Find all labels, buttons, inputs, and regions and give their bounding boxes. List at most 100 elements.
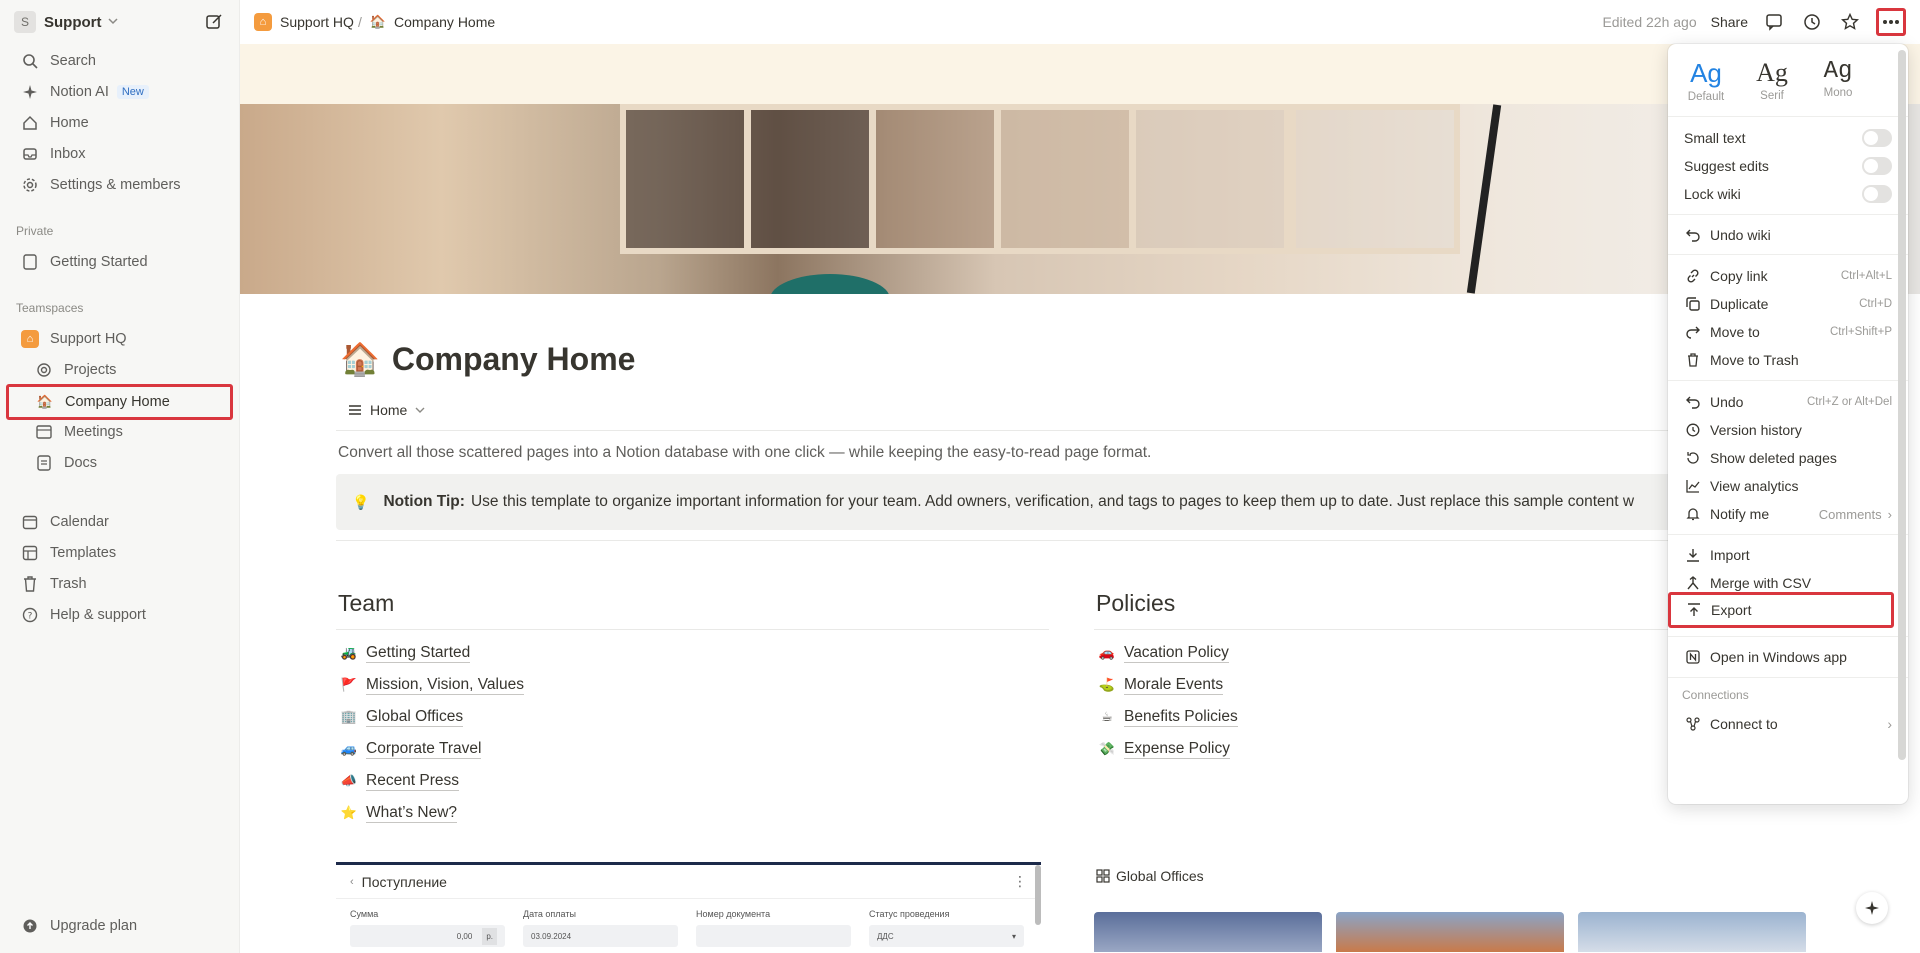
view-analytics-item[interactable]: View analytics — [1676, 472, 1900, 500]
table-icon — [34, 422, 54, 442]
undo-wiki-item[interactable]: Undo wiki — [1676, 221, 1900, 249]
inbox-icon — [20, 144, 40, 164]
team-link-whats-new[interactable]: ⭐ What’s New? — [338, 797, 524, 829]
sidebar: S Support Search Notion AI New Home Inbo… — [0, 0, 240, 953]
workspace-switcher[interactable]: S Support — [0, 0, 239, 44]
team-link-mission[interactable]: 🚩 Mission, Vision, Values — [338, 669, 524, 701]
ai-assistant-button[interactable] — [1856, 892, 1888, 924]
star-emoji-icon: ⭐ — [340, 805, 358, 820]
policy-link-morale[interactable]: ⛳ Morale Events — [1096, 669, 1238, 701]
duplicate-item[interactable]: Duplicate Ctrl+D — [1676, 290, 1900, 318]
move-to-trash-item[interactable]: Move to Trash — [1676, 346, 1900, 374]
link-text: Mission, Vision, Values — [366, 675, 524, 695]
menu-scrollbar[interactable] — [1898, 50, 1906, 760]
sidebar-item-company-home[interactable]: 🏠 Company Home — [6, 384, 233, 420]
suggest-edits-toggle[interactable] — [1862, 157, 1892, 175]
upgrade-plan-button[interactable]: Upgrade plan — [8, 912, 232, 940]
breadcrumb-company-home[interactable]: Company Home — [394, 14, 495, 30]
connect-to-item[interactable]: Connect to › — [1676, 710, 1900, 738]
bell-icon — [1684, 505, 1702, 523]
sidebar-item-support-hq[interactable]: ⌂ Support HQ — [8, 325, 232, 353]
font-serif-option[interactable]: Ag Serif — [1750, 58, 1794, 103]
lock-wiki-toggle[interactable] — [1862, 185, 1892, 203]
font-default-option[interactable]: Ag Default — [1684, 58, 1728, 103]
chevron-left-icon[interactable]: ‹ — [350, 876, 354, 888]
import-item[interactable]: Import — [1676, 541, 1900, 569]
shortcut-hint: Ctrl+Shift+P — [1830, 326, 1892, 338]
chevron-right-icon: › — [1887, 506, 1892, 522]
policy-link-benefits[interactable]: ☕ Benefits Policies — [1096, 701, 1238, 733]
menu-divider — [1668, 636, 1908, 637]
gallery-card[interactable] — [1578, 912, 1806, 952]
search-icon — [20, 51, 40, 71]
show-deleted-pages-item[interactable]: Show deleted pages — [1676, 444, 1900, 472]
document-number-input[interactable] — [696, 925, 851, 947]
teamspaces-section-label: Teamspaces — [16, 301, 84, 315]
page-title[interactable]: 🏠 Company Home — [340, 340, 635, 378]
export-item[interactable]: Export — [1668, 592, 1894, 628]
doc-icon — [34, 453, 54, 473]
sidebar-item-settings[interactable]: Settings & members — [8, 171, 232, 199]
amount-input[interactable]: 0,00 р. — [350, 925, 505, 947]
cover-window — [745, 104, 875, 254]
gallery-header[interactable]: Global Offices — [1096, 868, 1204, 884]
move-to-item[interactable]: Move to Ctrl+Shift+P — [1676, 318, 1900, 346]
small-text-toggle[interactable] — [1862, 129, 1892, 147]
house-icon: ⌂ — [254, 13, 272, 31]
sidebar-item-getting-started[interactable]: Getting Started — [8, 248, 232, 276]
sidebar-item-templates[interactable]: Templates — [8, 539, 232, 567]
open-in-windows-app-item[interactable]: Open in Windows app — [1676, 643, 1900, 671]
sidebar-item-label: Trash — [50, 576, 87, 592]
undo-item[interactable]: Undo Ctrl+Z or Alt+Del — [1676, 388, 1900, 416]
menu-item-label: Merge with CSV — [1710, 575, 1812, 591]
new-page-icon[interactable] — [203, 11, 225, 33]
team-link-recent-press[interactable]: 📣 Recent Press — [338, 765, 524, 797]
small-text-toggle-row[interactable]: Small text — [1676, 124, 1900, 152]
sidebar-item-search[interactable]: Search — [8, 47, 232, 75]
menu-item-label: Small text — [1684, 130, 1746, 146]
kebab-icon[interactable]: ⋮ — [1013, 873, 1027, 890]
policy-link-expense[interactable]: 💸 Expense Policy — [1096, 733, 1238, 765]
copy-link-item[interactable]: Copy link Ctrl+Alt+L — [1676, 262, 1900, 290]
menu-divider — [1668, 380, 1908, 381]
team-link-corporate-travel[interactable]: 🚙 Corporate Travel — [338, 733, 524, 765]
breadcrumb-support-hq[interactable]: Support HQ — [280, 14, 354, 30]
lock-wiki-toggle-row[interactable]: Lock wiki — [1676, 180, 1900, 208]
more-options-button[interactable] — [1876, 8, 1906, 36]
download-icon — [1684, 546, 1702, 564]
font-mono-option[interactable]: Ag Mono — [1816, 58, 1860, 103]
star-icon[interactable] — [1838, 10, 1862, 34]
breadcrumb-separator: / — [357, 14, 362, 30]
sidebar-item-projects[interactable]: Projects — [8, 356, 232, 384]
team-link-getting-started[interactable]: 🚜 Getting Started — [338, 637, 524, 669]
page-emoji[interactable]: 🏠 — [340, 340, 380, 378]
notion-tip-callout: 💡 Notion Tip: Use this template to organ… — [336, 474, 1676, 530]
status-select[interactable]: ДДС ▾ — [869, 925, 1024, 947]
date-input[interactable]: 03.09.2024 — [523, 925, 678, 947]
sidebar-item-meetings[interactable]: Meetings — [8, 418, 232, 446]
gallery-card[interactable] — [1094, 912, 1322, 952]
clock-icon[interactable] — [1800, 10, 1824, 34]
version-history-item[interactable]: Version history — [1676, 416, 1900, 444]
share-button[interactable]: Share — [1711, 14, 1748, 30]
sidebar-item-calendar[interactable]: Calendar — [8, 508, 232, 536]
notify-me-item[interactable]: Notify me Comments › — [1676, 500, 1900, 528]
sidebar-item-inbox[interactable]: Inbox — [8, 140, 232, 168]
cover-chair — [770, 274, 890, 294]
sidebar-item-trash[interactable]: Trash — [8, 570, 232, 598]
suggest-edits-toggle-row[interactable]: Suggest edits — [1676, 152, 1900, 180]
embed-scrollbar[interactable] — [1035, 865, 1041, 925]
comments-icon[interactable] — [1762, 10, 1786, 34]
car-icon: 🚗 — [1098, 645, 1116, 660]
sidebar-item-help[interactable]: ? Help & support — [8, 601, 232, 629]
gallery-card[interactable] — [1336, 912, 1564, 952]
sidebar-item-label: Calendar — [50, 514, 109, 530]
undo-icon — [1684, 393, 1702, 411]
sidebar-item-home[interactable]: Home — [8, 109, 232, 137]
sidebar-item-docs[interactable]: Docs — [8, 449, 232, 477]
sidebar-item-notion-ai[interactable]: Notion AI New — [8, 78, 232, 106]
policy-link-vacation[interactable]: 🚗 Vacation Policy — [1096, 637, 1238, 669]
link-icon — [1684, 267, 1702, 285]
team-link-global-offices[interactable]: 🏢 Global Offices — [338, 701, 524, 733]
view-selector[interactable]: Home — [348, 402, 425, 418]
